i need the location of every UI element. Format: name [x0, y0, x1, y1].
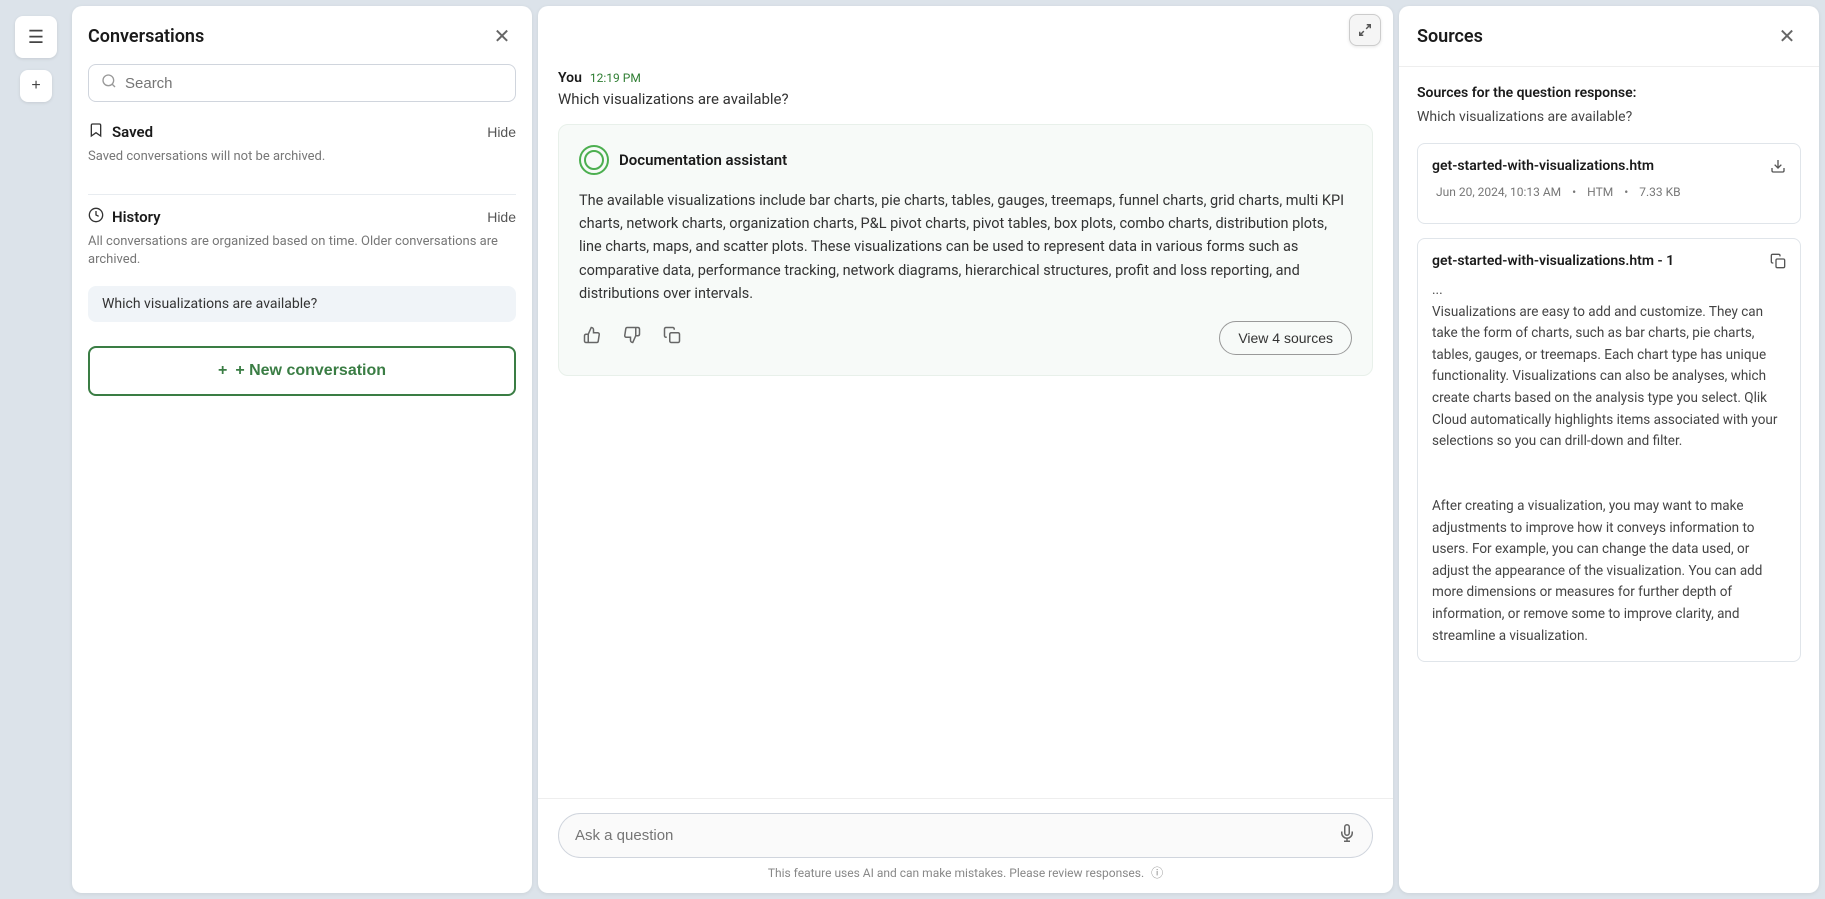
new-conversation-label: + New conversation — [235, 362, 386, 380]
assistant-name: Documentation assistant — [619, 151, 787, 169]
menu-icon-button[interactable]: ☰ — [15, 16, 57, 58]
copy-message-button[interactable] — [659, 322, 685, 353]
conversations-panel-header: Conversations ✕ — [88, 22, 516, 50]
assistant-message-text: The available visualizations include bar… — [579, 189, 1352, 305]
chat-header — [538, 6, 1393, 46]
saved-section-header: Saved Hide — [88, 122, 516, 142]
expand-chat-button[interactable] — [1349, 14, 1381, 46]
assistant-message: Documentation assistant The available vi… — [558, 124, 1373, 376]
sources-title: Sources — [1417, 26, 1483, 47]
chat-input-box — [558, 813, 1373, 858]
source-file-name-1: get-started-with-visualizations.htm — [1432, 158, 1654, 174]
saved-description: Saved conversations will not be archived… — [88, 148, 516, 166]
saved-label: Saved — [112, 123, 153, 141]
plus-icon: + — [218, 362, 227, 380]
source-file-header-1: get-started-with-visualizations.htm — [1432, 158, 1786, 179]
user-message: You 12:19 PM Which visualizations are av… — [558, 70, 1373, 108]
saved-hide-button[interactable]: Hide — [487, 124, 516, 140]
user-message-text: Which visualizations are available? — [558, 90, 1373, 108]
sources-question-text: Which visualizations are available? — [1417, 109, 1801, 125]
sources-header: Sources ✕ — [1399, 6, 1819, 67]
new-conversation-button[interactable]: + + New conversation — [88, 346, 516, 396]
search-icon — [101, 73, 117, 93]
chat-input[interactable] — [575, 827, 1328, 844]
sources-panel: Sources ✕ Sources for the question respo… — [1399, 6, 1819, 893]
sidebar-toggle-column: ☰ + — [6, 6, 66, 893]
history-section-header: History Hide — [88, 207, 516, 227]
conversations-panel: Conversations ✕ Saved Hid — [72, 6, 532, 893]
search-input[interactable] — [125, 75, 503, 92]
thumbs-down-button[interactable] — [619, 322, 645, 353]
source-copy-button-2[interactable] — [1770, 253, 1786, 274]
chat-messages: You 12:19 PM Which visualizations are av… — [538, 46, 1393, 798]
user-meta: You 12:19 PM — [558, 70, 1373, 86]
saved-divider — [88, 194, 516, 195]
info-icon: ⓘ — [1151, 866, 1163, 880]
microphone-button[interactable] — [1338, 824, 1356, 847]
search-box — [88, 64, 516, 102]
sources-close-button[interactable]: ✕ — [1773, 22, 1801, 50]
source-file-card-2: get-started-with-visualizations.htm - 1 … — [1417, 238, 1801, 662]
view-sources-button[interactable]: View 4 sources — [1219, 321, 1352, 355]
saved-section-title: Saved — [88, 122, 153, 142]
add-conversation-button[interactable]: + — [20, 70, 52, 102]
source-file-card-1: get-started-with-visualizations.htm Jun … — [1417, 143, 1801, 224]
message-actions: View 4 sources — [579, 321, 1352, 355]
history-hide-button[interactable]: Hide — [487, 209, 516, 225]
bookmark-icon — [88, 122, 104, 142]
sources-question-label: Sources for the question response: — [1417, 85, 1801, 101]
thumbs-up-button[interactable] — [579, 322, 605, 353]
conversations-close-button[interactable]: ✕ — [488, 22, 516, 50]
history-icon — [88, 207, 104, 227]
source-download-button-1[interactable] — [1770, 158, 1786, 179]
source-file-header-2: get-started-with-visualizations.htm - 1 — [1432, 253, 1786, 274]
conversation-item[interactable]: Which visualizations are available? — [88, 286, 516, 322]
history-section-title: History — [88, 207, 161, 227]
chat-input-area: This feature uses AI and can make mistak… — [538, 798, 1393, 893]
assistant-avatar-inner — [584, 150, 604, 170]
conversations-title: Conversations — [88, 26, 204, 47]
disclaimer-text: This feature uses AI and can make mistak… — [768, 866, 1144, 880]
action-icons — [579, 322, 685, 353]
assistant-avatar — [579, 145, 609, 175]
message-time: 12:19 PM — [590, 71, 641, 85]
ai-disclaimer: This feature uses AI and can make mistak… — [558, 864, 1373, 885]
user-name: You — [558, 70, 582, 86]
sources-content: Sources for the question response: Which… — [1399, 67, 1819, 893]
history-description: All conversations are organized based on… — [88, 233, 516, 269]
assistant-header: Documentation assistant — [579, 145, 1352, 175]
history-label: History — [112, 208, 161, 226]
source-excerpt-2: ... Visualizations are easy to add and c… — [1432, 280, 1786, 647]
chat-area: You 12:19 PM Which visualizations are av… — [538, 6, 1393, 893]
source-file-name-2: get-started-with-visualizations.htm - 1 — [1432, 253, 1674, 269]
source-file-meta-1: Jun 20, 2024, 10:13 AM • HTM • 7.33 KB — [1432, 185, 1786, 199]
